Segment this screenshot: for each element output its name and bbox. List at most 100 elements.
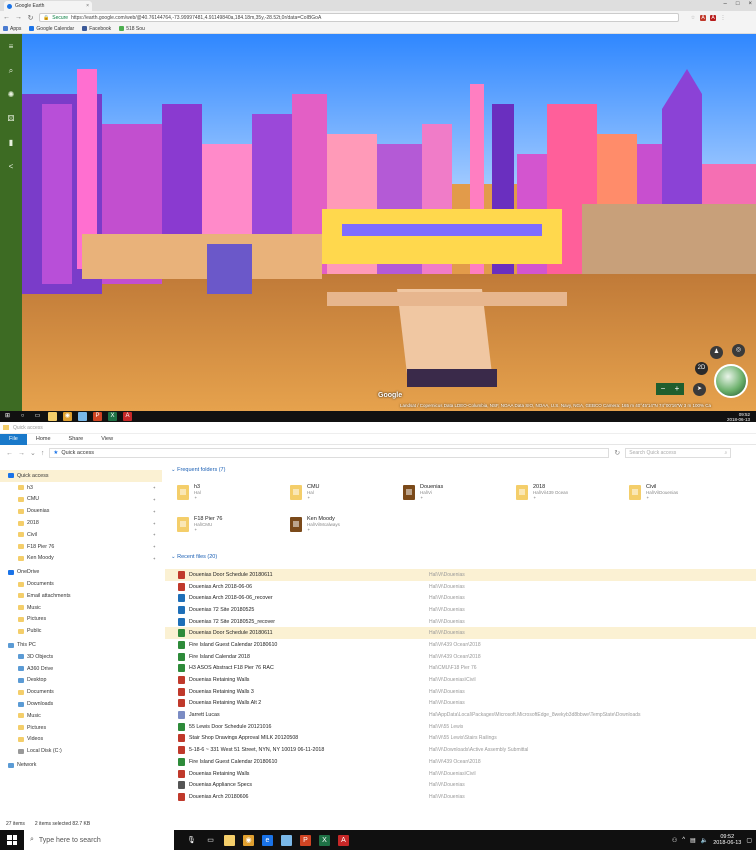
sidebar-item-documents[interactable]: Documents xyxy=(0,686,162,698)
file-row[interactable]: H3 ASOS Abstract F18 Pier 76 RAC Hal\CMU\… xyxy=(165,663,756,675)
file-row[interactable]: Fire Island Guest Calendar 20180610 Hal\V… xyxy=(165,756,756,768)
autocad-icon[interactable]: A xyxy=(338,834,349,846)
app-icon[interactable] xyxy=(281,834,292,846)
pegman-icon[interactable]: ♟ xyxy=(710,346,723,359)
volume-icon[interactable]: 🔈 xyxy=(701,837,708,844)
task-view-icon[interactable]: ▭ xyxy=(205,835,216,846)
minimize-icon[interactable]: – xyxy=(724,1,727,7)
sidebar-item-f18-pier-76[interactable]: F18 Pier 76 ✦ xyxy=(0,541,162,553)
sidebar-item-desktop[interactable]: Desktop xyxy=(0,675,162,687)
zoom-out-button[interactable]: − xyxy=(656,383,670,395)
bookmark-icon[interactable]: ▮ xyxy=(6,138,16,148)
file-row[interactable]: Douenias Retaining Walls Alt 2 Hal\Vi\Dou… xyxy=(165,698,756,710)
file-row[interactable]: Douenias Appliance Specs Hal\Vi\Douenias xyxy=(165,779,756,791)
file-row[interactable]: Douenias Arch 2018-06-06 Hal\Vi\Douenias xyxy=(165,581,756,593)
view-2d-button[interactable]: 2D xyxy=(695,362,708,375)
powerpoint-icon[interactable]: P xyxy=(300,834,311,846)
file-row[interactable]: Douenias Retaining Walls 3 Hal\Vi\Douenia… xyxy=(165,686,756,698)
folder-tile[interactable]: 2018 Hal\Vi\439 Ocean ✦ xyxy=(516,483,626,511)
maximize-icon[interactable]: □ xyxy=(736,1,740,7)
close-window-icon[interactable]: × xyxy=(748,1,752,7)
bookmark-google-calendar[interactable]: Google Calendar xyxy=(29,26,74,32)
search-icon[interactable]: ⌕ xyxy=(6,66,16,76)
file-row[interactable]: Douenias Arch 2018-06-06_recover Hal\Vi\D… xyxy=(165,592,756,604)
file-row[interactable]: 55 Lewis Door Schedule 20121016 Hal\Vi\55… xyxy=(165,721,756,733)
sidebar-item-pictures[interactable]: Pictures xyxy=(0,722,162,734)
task-view-icon[interactable]: ▭ xyxy=(33,412,42,421)
taskbar-clock[interactable]: 09:52 2018-06-13 xyxy=(713,834,741,846)
file-row[interactable]: Stair Shop Drawings Approval MILK 201205… xyxy=(165,733,756,745)
sidebar-item-douenias[interactable]: Douenias ✦ xyxy=(0,505,162,517)
file-row[interactable]: Douenias Door Schedule 20180611 Hal\Vi\Do… xyxy=(165,627,756,640)
bookmark-facebook[interactable]: Facebook xyxy=(82,26,111,32)
network-icon[interactable]: ▤ xyxy=(690,837,696,844)
excel-icon[interactable]: X xyxy=(319,834,330,846)
ribbon-tab-home[interactable]: Home xyxy=(27,434,60,445)
chrome-icon[interactable]: ◉ xyxy=(243,834,254,846)
folder-tile[interactable]: h3 Hal ✦ xyxy=(177,483,287,511)
google-earth-view[interactable]: ≡ ⌕ ✺ ⚄ ▮ < Google Landsat / Copernicus … xyxy=(0,34,756,411)
sidebar-item-network[interactable]: Network xyxy=(0,759,162,771)
random-icon[interactable]: ⚄ xyxy=(6,114,16,124)
close-icon[interactable]: × xyxy=(86,3,89,9)
zoom-in-button[interactable]: + xyxy=(670,383,684,395)
upper-clock[interactable]: 09:52 2018-06-13 xyxy=(727,412,750,422)
up-icon[interactable]: ↑ xyxy=(41,450,45,457)
refresh-icon[interactable]: ↻ xyxy=(614,449,620,457)
file-row[interactable]: Fire Island Guest Calendar 20180610 Hal\V… xyxy=(165,639,756,651)
forward-icon[interactable]: → xyxy=(18,450,25,457)
forward-icon[interactable]: → xyxy=(15,14,22,21)
edge-icon[interactable]: e xyxy=(262,834,273,846)
ribbon-tab-view[interactable]: View xyxy=(92,434,122,445)
explorer-search-input[interactable]: Search Quick access ⌕ xyxy=(625,448,732,458)
file-explorer-icon[interactable] xyxy=(224,834,235,846)
folder-tile[interactable]: Civil Hal\Vi\Douenias ✦ xyxy=(629,483,739,511)
ribbon-tab-share[interactable]: Share xyxy=(60,434,93,445)
sidebar-item-cmu[interactable]: CMU ✦ xyxy=(0,494,162,506)
sidebar-item-music[interactable]: Music xyxy=(0,602,162,614)
frequent-folders-header[interactable]: ⌄ Frequent folders (7) xyxy=(165,465,756,475)
globe-icon[interactable] xyxy=(714,364,748,398)
sidebar-item-documents[interactable]: Documents xyxy=(0,578,162,590)
people-icon[interactable]: ⚇ xyxy=(672,837,677,844)
chrome-icon[interactable]: ◉ xyxy=(63,412,72,421)
bookmark-518-sou[interactable]: 518 Sou xyxy=(119,26,145,32)
sidebar-item-h3[interactable]: h3 ✦ xyxy=(0,482,162,494)
excel-icon[interactable]: X xyxy=(108,412,117,421)
file-row[interactable]: Jarrett Lucas Hal\AppData\Local\Packages\… xyxy=(165,709,756,721)
folder-tile[interactable]: Ken Moody Hal\Vi\Mcalways ✦ xyxy=(290,515,400,543)
microphone-icon[interactable]: 🎙 xyxy=(186,835,197,846)
sidebar-item-music[interactable]: Music xyxy=(0,710,162,722)
file-row[interactable]: Douenias Door Schedule 20180611 Hal\Vi\Do… xyxy=(165,569,756,581)
chevron-up-icon[interactable]: ^ xyxy=(682,837,685,843)
taskbar-search-input[interactable]: ⌕ Type here to search xyxy=(24,830,174,850)
sidebar-item-civil[interactable]: Civil ✦ xyxy=(0,529,162,541)
sidebar-item-pictures[interactable]: Pictures xyxy=(0,614,162,626)
sidebar-item-videos[interactable]: Videos xyxy=(0,734,162,746)
address-bar[interactable]: 🔒 Secure https://earth.google.com/web/@4… xyxy=(39,13,679,22)
voyager-icon[interactable]: ✺ xyxy=(6,90,16,100)
sidebar-item-a360-drive[interactable]: A360 Drive xyxy=(0,663,162,675)
back-icon[interactable]: ← xyxy=(6,450,13,457)
star-icon[interactable]: ☆ xyxy=(690,15,696,21)
file-row[interactable]: Douenias Arch 20180606 Hal\Vi\Douenias xyxy=(165,791,756,803)
sidebar-item-email-attachments[interactable]: Email attachments xyxy=(0,590,162,602)
sidebar-item-3d-objects[interactable]: 3D Objects xyxy=(0,651,162,663)
menu-icon[interactable]: ≡ xyxy=(6,42,16,52)
file-row[interactable]: Fire Island Calendar 2018 Hal\Vi\439 Ocea… xyxy=(165,651,756,663)
chevron-down-icon[interactable]: ⌄ xyxy=(30,449,36,457)
tab-google-earth[interactable]: Google Earth × xyxy=(4,1,92,11)
back-icon[interactable]: ← xyxy=(3,14,10,21)
start-button[interactable] xyxy=(0,830,24,850)
share-icon[interactable]: < xyxy=(6,162,16,172)
file-explorer-icon[interactable] xyxy=(48,412,57,421)
sidebar-item-downloads[interactable]: Downloads xyxy=(0,698,162,710)
acrobat-icon[interactable]: A xyxy=(710,14,716,21)
earth-3d-scene[interactable] xyxy=(22,34,756,411)
recent-files-header[interactable]: ⌄ Recent files (20) xyxy=(165,552,217,562)
file-row[interactable]: Douenias Retaining Walls Hal\Vi\Douenias\… xyxy=(165,768,756,780)
windows-start-icon[interactable]: ⊞ xyxy=(3,412,12,421)
notifications-icon[interactable]: ▢ xyxy=(746,837,752,844)
autocad-icon[interactable]: A xyxy=(123,412,132,421)
file-row[interactable]: Douenias Retaining Walls Hal\Vi\Douenias\… xyxy=(165,674,756,686)
